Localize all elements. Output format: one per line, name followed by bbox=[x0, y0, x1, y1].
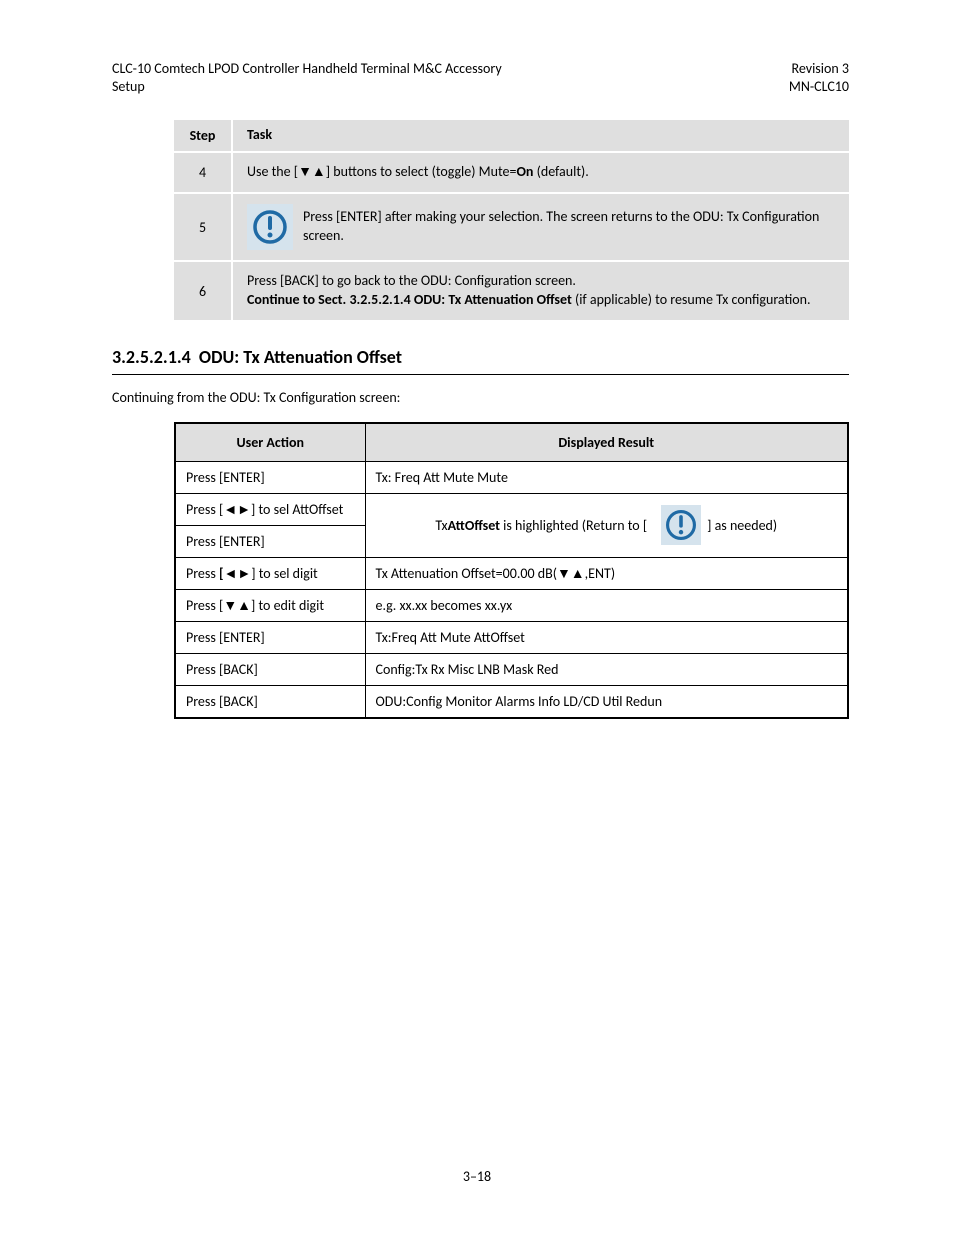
table-row: 6 Press [BACK] to go back to the ODU: Co… bbox=[174, 261, 849, 321]
action-cell: Press [ENTER] bbox=[175, 525, 365, 557]
table-row: Press [BACK] ODU:Config Monitor Alarms I… bbox=[175, 685, 848, 718]
header-code: MN-CLC10 bbox=[789, 78, 849, 96]
table-row: 4 Use the [▼▲] buttons to select (toggle… bbox=[174, 152, 849, 193]
header-title-2: Setup bbox=[112, 78, 502, 96]
updown-icon: ▼▲ bbox=[223, 597, 251, 614]
header-title-1: CLC-10 Comtech LPOD Controller Handheld … bbox=[112, 60, 502, 78]
table-row: Press [ENTER] Tx:Freq Att Mute AttOffset bbox=[175, 621, 848, 653]
action-cell: Press [▼▲] to edit digit bbox=[175, 589, 365, 621]
table-header-row: User Action Displayed Result bbox=[175, 423, 848, 462]
section-number: 3.2.5.2.1.4 bbox=[112, 346, 191, 368]
task-cell: Use the [▼▲] buttons to select (toggle) … bbox=[232, 152, 849, 193]
task-table: Step Task 4 Use the [▼▲] buttons to sele… bbox=[174, 120, 849, 322]
task-cell: Press [BACK] to go back to the ODU: Conf… bbox=[232, 261, 849, 321]
leftright-icon: ◄► bbox=[223, 501, 251, 518]
result-cell: Tx:Freq Att Mute AttOffset bbox=[365, 621, 848, 653]
task-text: Press [BACK] to go back to the ODU: Conf… bbox=[247, 272, 835, 291]
table-row: Press [ENTER] Tx: Freq Att Mute Mute bbox=[175, 461, 848, 493]
result-cell: Tx: Freq Att Mute Mute bbox=[365, 461, 848, 493]
header-left: CLC-10 Comtech LPOD Controller Handheld … bbox=[112, 60, 502, 96]
section-title: ODU: Tx Attenuation Offset bbox=[199, 346, 402, 368]
action-cell: Press [BACK] bbox=[175, 685, 365, 718]
action-cell: Press [ENTER] bbox=[175, 461, 365, 493]
result-cell: Tx AttOffset is highlighted (Return to [… bbox=[365, 493, 848, 557]
task-bold: Continue to Sect. 3.2.5.2.1.4 ODU: Tx At… bbox=[247, 291, 572, 308]
result-cell: Config:Tx Rx Misc LNB Mask Red bbox=[365, 653, 848, 685]
action-cell: Press [ENTER] bbox=[175, 621, 365, 653]
action-header: User Action bbox=[175, 423, 365, 462]
table-row: Press [◄►] to sel digit Tx Attenuation O… bbox=[175, 557, 848, 589]
table-row: Press [◄►] to sel AttOffset Tx AttOffset… bbox=[175, 493, 848, 525]
result-cell: e.g. xx.xx becomes xx.yx bbox=[365, 589, 848, 621]
important-icon bbox=[661, 505, 701, 545]
result-cell: Tx Attenuation Offset=00.00 dB(▼▲,ENT) bbox=[365, 557, 848, 589]
result-cell: ODU:Config Monitor Alarms Info LD/CD Uti… bbox=[365, 685, 848, 718]
task-cell: Press [ENTER] after making your selectio… bbox=[232, 193, 849, 261]
important-icon bbox=[247, 204, 293, 250]
task-header: Task bbox=[232, 120, 849, 152]
table-header-row: Step Task bbox=[174, 120, 849, 152]
body-text: Continuing from the ODU: Tx Configuratio… bbox=[112, 389, 849, 408]
action-result-table: User Action Displayed Result Press [ENTE… bbox=[174, 422, 849, 719]
table-row: Press [BACK] Config:Tx Rx Misc LNB Mask … bbox=[175, 653, 848, 685]
step-header: Step bbox=[174, 120, 232, 152]
header-rev: Revision 3 bbox=[789, 60, 849, 78]
table-row: Press [▼▲] to edit digit e.g. xx.xx beco… bbox=[175, 589, 848, 621]
updown-icon: ▼▲ bbox=[298, 163, 326, 180]
action-cell: Press [◄►] to sel digit bbox=[175, 557, 365, 589]
section-heading: 3.2.5.2.1.4 ODU: Tx Attenuation Offset bbox=[112, 346, 849, 375]
step-number: 5 bbox=[174, 193, 232, 261]
task-text: Press [ENTER] after making your selectio… bbox=[303, 208, 835, 246]
page-number: 3–18 bbox=[0, 1168, 954, 1185]
result-header: Displayed Result bbox=[365, 423, 848, 462]
action-cell: Press [BACK] bbox=[175, 653, 365, 685]
page-header: CLC-10 Comtech LPOD Controller Handheld … bbox=[112, 60, 849, 96]
header-right: Revision 3 MN-CLC10 bbox=[789, 60, 849, 96]
step-number: 6 bbox=[174, 261, 232, 321]
step-number: 4 bbox=[174, 152, 232, 193]
action-cell: Press [◄►] to sel AttOffset bbox=[175, 493, 365, 525]
leftright-icon: ◄► bbox=[224, 565, 252, 582]
table-row: 5 Press [ENTER] after making your select… bbox=[174, 193, 849, 261]
